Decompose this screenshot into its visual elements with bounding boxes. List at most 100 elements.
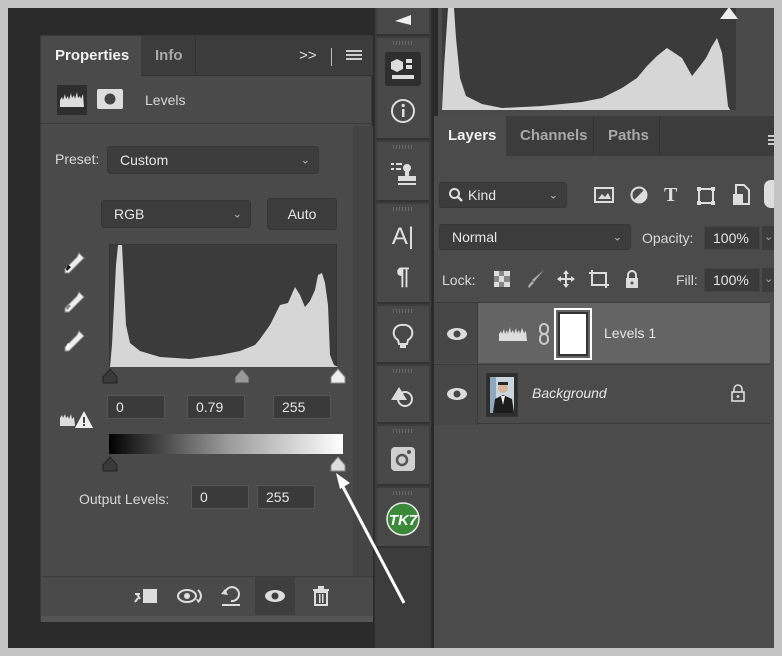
gamma-input-slider[interactable] (233, 368, 251, 389)
info-icon[interactable] (385, 94, 421, 128)
clone-source-icon[interactable] (385, 156, 421, 190)
annotation-arrow (336, 473, 406, 604)
tab-info[interactable]: Info (141, 36, 196, 76)
channel-select[interactable]: RGB ⌄ (101, 200, 251, 228)
group-grip[interactable] (393, 207, 413, 211)
panel-menu-icon[interactable] (768, 132, 774, 145)
visibility-icon[interactable] (255, 577, 295, 615)
photoshop-workspace: Properties Info >> Levels Preset: Custom… (8, 8, 774, 648)
blend-mode-select[interactable]: Normal ⌄ (439, 224, 631, 250)
cache-warning-icon[interactable] (720, 8, 738, 24)
black-point-eyedropper-icon[interactable] (61, 250, 87, 276)
blend-mode-value: Normal (452, 229, 498, 245)
input-black-field[interactable]: 0 (107, 395, 165, 419)
auto-button[interactable]: Auto (267, 198, 337, 230)
input-white-field[interactable]: 255 (273, 395, 331, 419)
view-previous-state-icon[interactable] (173, 577, 209, 615)
properties-cube-icon[interactable] (385, 52, 421, 86)
white-input-slider[interactable] (329, 368, 347, 389)
group-grip[interactable] (393, 429, 413, 433)
levels-layer-icon (498, 323, 528, 348)
clipping-warning-icon[interactable] (59, 408, 93, 430)
histogram-graph (110, 245, 338, 367)
filter-adjustment-icon[interactable] (630, 186, 648, 209)
output-levels-label: Output Levels: (79, 491, 170, 507)
adjustment-title: Levels (145, 92, 186, 108)
preset-label: Preset: (55, 151, 100, 167)
black-output-slider[interactable] (101, 456, 119, 477)
lock-position-icon[interactable] (556, 269, 576, 294)
layer-name[interactable]: Background (532, 385, 607, 401)
levels-adjustment-icon (57, 85, 87, 115)
layers-tab-bar: Layers Channels Paths (434, 116, 774, 156)
filter-type-icon[interactable]: T (664, 184, 677, 207)
play-icon[interactable] (385, 8, 421, 38)
tab-channels[interactable]: Channels (506, 116, 594, 156)
tab-properties[interactable]: Properties (41, 36, 141, 76)
tool-group: A | ¶ (377, 204, 429, 304)
lock-image-pixels-icon[interactable] (526, 269, 546, 294)
visibility-toggle[interactable] (434, 303, 478, 363)
layer-filter-select[interactable]: Kind ⌄ (439, 182, 567, 208)
tool-group (377, 8, 429, 36)
lock-all-icon[interactable] (624, 269, 640, 294)
tab-layers[interactable]: Layers (434, 116, 506, 156)
chevron-down-icon: ⌄ (300, 154, 310, 167)
opacity-field[interactable]: 100% (704, 226, 760, 250)
paragraph-icon[interactable]: ¶ (385, 260, 421, 294)
histogram-view (442, 8, 736, 110)
clip-to-layer-icon[interactable] (127, 577, 163, 615)
white-point-eyedropper-icon[interactable] (61, 328, 87, 354)
adjustment-title-row: Levels (41, 76, 373, 124)
layer-name[interactable]: Levels 1 (604, 325, 656, 341)
lock-label: Lock: (442, 272, 476, 288)
panel-resize-grip[interactable] (41, 616, 373, 622)
properties-bottom-bar (41, 576, 373, 616)
group-grip[interactable] (393, 309, 413, 313)
visibility-toggle[interactable] (434, 365, 478, 425)
output-white-field[interactable]: 255 (257, 485, 315, 509)
chain-link-icon[interactable] (538, 323, 550, 350)
gray-point-eyedropper-icon[interactable] (61, 289, 87, 315)
layers-panel: Layers Channels Paths Kind ⌄ T Normal ⌄ … (434, 116, 774, 648)
lock-transparent-pixels-icon[interactable] (494, 271, 510, 292)
group-grip[interactable] (393, 145, 413, 149)
chevron-down-icon: ⌄ (612, 231, 622, 244)
preset-value: Custom (120, 152, 169, 168)
layer-mask-icon[interactable] (97, 89, 123, 109)
channel-value: RGB (114, 206, 145, 222)
lightbulb-icon[interactable] (385, 320, 421, 354)
layer-row-background[interactable]: Background (434, 364, 770, 425)
collapse-panel-icon[interactable]: >> (299, 47, 317, 64)
tab-paths[interactable]: Paths (594, 116, 660, 156)
input-gamma-field[interactable]: 0.79 (187, 395, 245, 419)
output-gradient-bar (109, 434, 343, 454)
fill-dropdown-icon[interactable]: ⌄ (762, 268, 774, 292)
filter-pixel-icon[interactable] (594, 186, 614, 209)
fill-field[interactable]: 100% (704, 268, 760, 292)
output-black-field[interactable]: 0 (191, 485, 249, 509)
panel-menu-icon[interactable] (346, 49, 362, 63)
layer-row-levels-1[interactable]: Levels 1 (434, 302, 770, 363)
opacity-dropdown-icon[interactable]: ⌄ (762, 226, 774, 250)
arrow-head (336, 473, 350, 489)
shapes-icon[interactable] (385, 380, 421, 414)
layer-mask-thumbnail[interactable] (554, 308, 592, 360)
filter-shape-icon[interactable] (696, 186, 716, 211)
filter-toggle-switch[interactable] (764, 180, 774, 208)
chevron-down-icon: ⌄ (548, 189, 558, 202)
layer-lock-icon[interactable] (730, 383, 746, 408)
group-grip[interactable] (393, 369, 413, 373)
lock-artboard-icon[interactable] (588, 269, 610, 294)
layer-image-thumbnail[interactable] (486, 373, 518, 417)
levels-histogram (109, 244, 338, 367)
mask-fill (558, 312, 588, 356)
character-icon[interactable]: A | (385, 220, 421, 254)
portrait-thumbnail (490, 377, 514, 413)
filter-smart-object-icon[interactable] (732, 184, 750, 211)
group-grip[interactable] (393, 41, 413, 45)
reset-icon[interactable] (213, 577, 249, 615)
black-input-slider[interactable] (101, 368, 119, 389)
preset-select[interactable]: Custom ⌄ (107, 146, 319, 174)
tool-group (377, 38, 429, 140)
